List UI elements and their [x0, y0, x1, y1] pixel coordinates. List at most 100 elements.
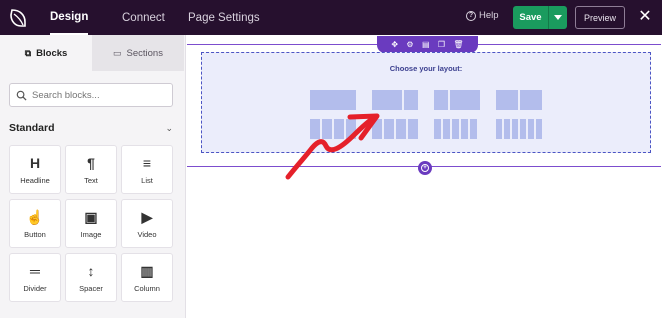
headline-icon: H	[29, 155, 41, 171]
standard-section-header[interactable]: Standard ⌄	[9, 122, 173, 134]
section-title: Standard	[9, 122, 55, 134]
save-button[interactable]: Save	[513, 6, 548, 29]
help-link[interactable]: ? Help	[466, 10, 499, 21]
block-label: Column	[134, 284, 160, 293]
layout-column	[461, 119, 468, 139]
block-list[interactable]: ≡ List	[121, 145, 173, 194]
block-divider[interactable]: ═ Divider	[9, 253, 61, 302]
layout-option-5-col[interactable]	[434, 119, 477, 139]
layout-column	[434, 119, 441, 139]
block-video[interactable]: ▶ Video	[121, 199, 173, 248]
add-circle-icon: +	[421, 164, 429, 172]
tab-design[interactable]: Design	[50, 0, 89, 35]
tab-blocks[interactable]: ⧉ Blocks	[0, 35, 92, 71]
choose-layout-label: Choose your layout:	[389, 64, 463, 73]
layout-option-6-col[interactable]	[496, 119, 542, 139]
layout-column	[404, 90, 418, 110]
tab-blocks-label: Blocks	[36, 47, 68, 59]
divider-icon: ═	[30, 263, 40, 279]
layout-column	[450, 90, 480, 110]
layout-column	[434, 90, 448, 110]
save-button-group: Save	[513, 6, 567, 29]
block-label: Image	[80, 230, 102, 239]
search-icon	[16, 90, 27, 101]
layout-column	[310, 119, 320, 139]
layout-column	[536, 119, 542, 139]
layout-column	[372, 90, 402, 110]
top-bar: Design Connect Page Settings ? Help Save…	[0, 0, 662, 35]
help-icon: ?	[466, 10, 476, 21]
layout-column	[528, 119, 534, 139]
layout-column	[452, 119, 459, 139]
block-label: Divider	[23, 284, 47, 293]
sidebar-tabs: ⧉ Blocks ▭ Sections	[0, 35, 185, 71]
layout-column	[346, 119, 356, 139]
duplicate-icon[interactable]: ❐	[438, 40, 445, 49]
block-label: Text	[84, 176, 98, 185]
section-toolbar: ✥ ⚙ ▤ ❐ 🗑	[377, 36, 478, 53]
delete-icon[interactable]: 🗑	[453, 40, 463, 49]
layout-column	[520, 119, 526, 139]
layout-column	[322, 119, 332, 139]
block-label: List	[141, 176, 153, 185]
block-image[interactable]: ▣ Image	[65, 199, 117, 248]
list-icon: ≡	[142, 155, 152, 171]
layout-option-2-col-equal[interactable]	[496, 90, 542, 110]
chevron-down-icon: ⌄	[165, 122, 173, 133]
save-icon[interactable]: ▤	[422, 40, 430, 49]
move-icon[interactable]: ✥	[391, 40, 398, 49]
layout-option-2-col-wide[interactable]	[434, 90, 480, 110]
search-input[interactable]	[32, 89, 162, 101]
block-spacer[interactable]: ↕ Spacer	[65, 253, 117, 302]
block-headline[interactable]: H Headline	[9, 145, 61, 194]
block-column[interactable]: ▥ Column	[121, 253, 173, 302]
layout-column	[496, 119, 502, 139]
seedprod-leaf-icon[interactable]	[0, 0, 36, 35]
layout-column	[334, 119, 344, 139]
block-text[interactable]: ¶ Text	[65, 145, 117, 194]
layout-column	[520, 90, 542, 110]
paragraph-icon: ¶	[87, 155, 95, 171]
block-label: Button	[24, 230, 46, 239]
layout-column	[384, 119, 394, 139]
image-icon: ▣	[84, 208, 98, 225]
block-label: Headline	[20, 176, 50, 185]
block-label: Video	[137, 230, 157, 239]
empty-row: Choose your layout:	[201, 52, 651, 153]
block-label: Spacer	[79, 284, 103, 293]
tab-sections[interactable]: ▭ Sections	[92, 35, 184, 71]
layout-option-4-col[interactable]	[310, 119, 356, 139]
chevron-down-icon	[554, 15, 562, 20]
column-icon: ▥	[140, 262, 154, 279]
close-icon[interactable]: ✕	[637, 9, 653, 25]
layout-column	[408, 119, 418, 139]
pointer-icon: ☝	[26, 208, 44, 225]
settings-icon[interactable]: ⚙	[406, 40, 413, 49]
layout-column	[496, 90, 518, 110]
layout-column	[396, 119, 406, 139]
preview-button[interactable]: Preview	[575, 6, 625, 29]
sections-icon: ▭	[113, 47, 122, 58]
block-button[interactable]: ☝ Button	[9, 199, 61, 248]
search-box	[9, 83, 173, 107]
spacer-icon: ↕	[87, 263, 95, 279]
layout-column	[372, 119, 382, 139]
help-label: Help	[479, 10, 499, 21]
tab-page-settings[interactable]: Page Settings	[188, 0, 260, 35]
layout-column	[443, 119, 450, 139]
layout-option-4-col-b[interactable]	[372, 119, 418, 139]
video-icon: ▶	[141, 208, 153, 225]
save-dropdown-button[interactable]	[548, 6, 567, 29]
tab-connect[interactable]: Connect	[122, 0, 165, 35]
add-section-button[interactable]: +	[418, 161, 432, 175]
page-canvas: ✥ ⚙ ▤ ❐ 🗑 Choose your layout: +	[187, 35, 662, 318]
layout-column	[470, 119, 477, 139]
layout-column	[504, 119, 510, 139]
layout-column	[512, 119, 518, 139]
tab-sections-label: Sections	[126, 47, 163, 59]
layout-option-1-col[interactable]	[310, 90, 356, 110]
sidebar: ⧉ Blocks ▭ Sections Standard ⌄ H Headlin…	[0, 35, 186, 318]
layout-column	[310, 90, 356, 110]
layout-option-2-col[interactable]	[372, 90, 418, 110]
app-window: Design Connect Page Settings ? Help Save…	[0, 0, 662, 318]
